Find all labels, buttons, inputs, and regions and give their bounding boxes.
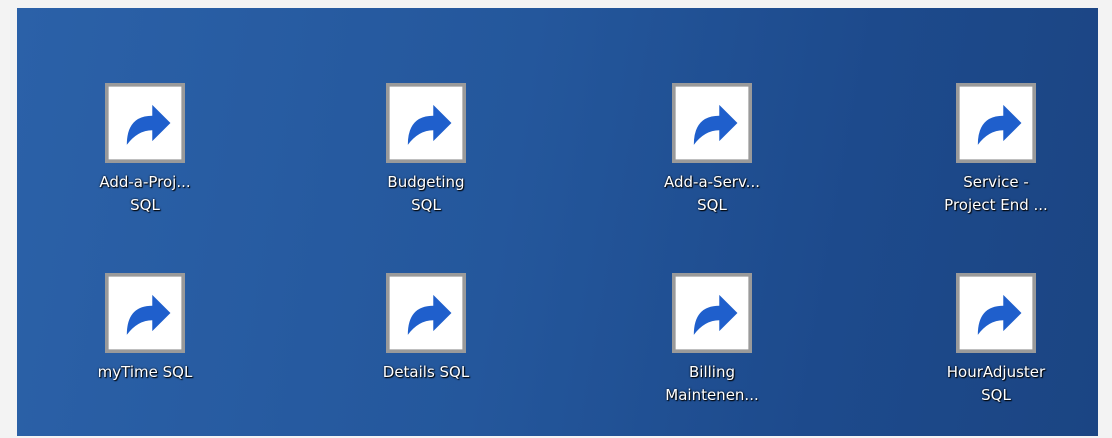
shortcut-houradjuster-sql[interactable]: HourAdjuster SQL	[941, 273, 1051, 423]
hammer-icon	[386, 83, 466, 163]
shortcut-label-line1: Service -	[963, 173, 1029, 191]
composition-notebook-icon	[672, 273, 752, 353]
green-cross-icon	[105, 83, 185, 163]
shortcut-label: Add-a-Serv... SQL	[657, 171, 767, 217]
shortcut-label-line2: SQL	[411, 196, 441, 214]
shortcut-label: HourAdjuster SQL	[941, 361, 1051, 407]
shortcut-details-sql[interactable]: Details SQL	[371, 273, 481, 423]
shortcut-label-line2: SQL	[697, 196, 727, 214]
shortcut-label: Details SQL	[371, 361, 481, 384]
shortcut-arrow-icon	[672, 273, 752, 353]
shortcut-arrow-icon	[956, 273, 1036, 353]
shortcut-arrow-icon	[386, 83, 466, 163]
yellow-toolbox-icon	[386, 273, 466, 353]
server-add-icon	[672, 83, 752, 163]
shortcut-arrow-icon	[386, 273, 466, 353]
shortcut-add-a-project-sql[interactable]: Add-a-Proj... SQL	[90, 83, 200, 233]
shortcut-billing-maintenance[interactable]: Billing Maintenen...	[657, 273, 767, 423]
shortcut-label-line1: Budgeting	[387, 173, 465, 191]
shortcut-label-line2: Project End ...	[944, 196, 1048, 214]
shortcut-budgeting-sql[interactable]: Budgeting SQL	[371, 83, 481, 233]
shortcut-label: Budgeting SQL	[371, 171, 481, 217]
shortcut-label-line2: Maintenen...	[665, 386, 759, 404]
shortcut-label-line1: HourAdjuster	[946, 363, 1046, 381]
shortcut-arrow-icon	[105, 273, 185, 353]
shortcut-label-line2: SQL	[130, 196, 160, 214]
shortcut-add-a-service-sql[interactable]: Add-a-Serv... SQL	[657, 83, 767, 233]
shortcut-mytime-sql[interactable]: myTime SQL	[90, 273, 200, 423]
shortcut-label: Add-a-Proj... SQL	[90, 171, 200, 217]
shortcut-arrow-icon	[105, 83, 185, 163]
shortcut-service-project-end[interactable]: Service - Project End ...	[941, 83, 1051, 233]
shortcut-arrow-icon	[956, 83, 1036, 163]
shortcut-label: Service - Project End ...	[941, 171, 1051, 217]
shortcut-label-line1: Add-a-Serv...	[664, 173, 760, 191]
shortcut-label-line1: Details SQL	[382, 363, 470, 381]
shortcut-label-line1: myTime SQL	[97, 363, 193, 381]
shortcut-arrow-icon	[672, 83, 752, 163]
service-gear-hand-icon	[956, 83, 1036, 163]
alarm-clock-icon	[105, 273, 185, 353]
desktop: Add-a-Proj... SQL Budgeting SQL Add-a-Se…	[17, 8, 1098, 436]
shortcut-label: Billing Maintenen...	[657, 361, 767, 407]
shortcut-label-line1: Billing	[689, 363, 735, 381]
shortcut-label-line2: SQL	[981, 386, 1011, 404]
yellow-toolbox-icon	[956, 273, 1036, 353]
shortcut-label-line1: Add-a-Proj...	[99, 173, 191, 191]
shortcut-label: myTime SQL	[90, 361, 200, 384]
